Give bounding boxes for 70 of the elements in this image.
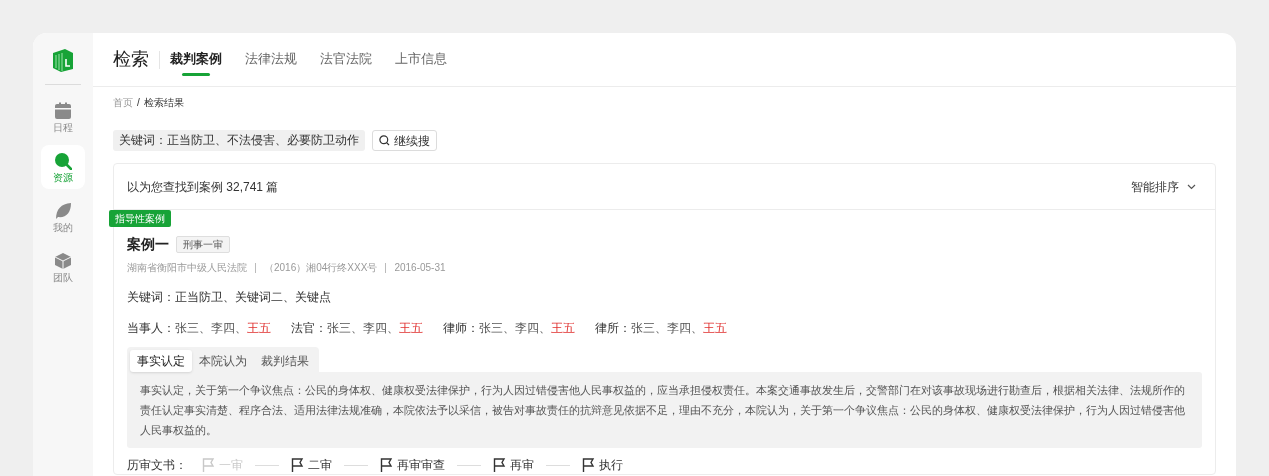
calendar-icon [54,101,72,120]
person-name: 李四 [667,320,691,337]
history-link[interactable]: 二审 [308,456,332,474]
case-keywords: 正当防卫、关键词二、关键点 [175,289,331,306]
nav-tab[interactable]: 法律法规 [245,33,297,87]
person-name: 李四 [211,320,235,337]
person-name: 李四 [363,320,387,337]
page-title: 检索 [113,48,149,71]
case-type-tag: 刑事一审 [176,236,230,253]
cube-icon [54,251,72,270]
person-name: 王五 [399,320,423,337]
field-label: 历审文书： [127,457,187,474]
case-meta: 湖南省衡阳市中级人民法院 [127,261,247,275]
name-separator: 、 [503,320,515,337]
result-count: 以为您查找到案例 32,741 篇 [127,178,279,196]
name-separator: 、 [351,320,363,337]
chevron-down-icon [1187,183,1196,190]
keyword-chip: 关键词：正当防卫、不法侵害、必要防卫动作 [113,130,365,151]
content-tab[interactable]: 裁判结果 [254,350,316,372]
content-tab[interactable]: 事实认定 [130,350,192,372]
sidebar-label: 日程 [53,122,73,133]
sidebar-item[interactable]: 日程 [41,95,85,139]
sidebar-label: 团队 [53,272,73,283]
person-name: 张三 [631,320,655,337]
person-name: 王五 [703,320,727,337]
field-label: 当事人： [127,320,175,337]
name-separator: 、 [235,320,247,337]
search-icon [379,135,390,146]
person-name: 王五 [551,320,575,337]
leaf-icon [54,201,72,220]
field-label: 关键词： [127,289,175,306]
person-name: 张三 [175,320,199,337]
sidebar-item[interactable]: 资源 [41,145,85,189]
sidebar-label: 我的 [53,222,73,233]
nav-tab[interactable]: 上市信息 [395,33,447,87]
name-separator: 、 [199,320,211,337]
sort-dropdown[interactable]: 智能排序 [1131,177,1202,196]
flag-icon [380,458,393,472]
continue-search-button[interactable]: 继续搜 [372,130,437,151]
person-name: 张三 [479,320,503,337]
nav-tab[interactable]: 裁判案例 [170,33,222,87]
breadcrumb-item: 检索结果 [143,95,184,110]
content-tab[interactable]: 本院认为 [192,350,254,372]
case-summary: 事实认定，关于第一个争议焦点：公民的身体权、健康权受法律保护，行为人因过错侵害他人民事权益的，应当承担侵权责任。本案交通事故发生后，交警部门在对该事故现场进行勘查后，根据相关法律、法规所作的责任认定事实清楚、程序合法、适用法律法规准确，本院依法予以采信，被告对事故责任的抗辩意见依据不足，理由不充分，本院认为，关于第一个争议焦点：公民的身体权、健康权受法律保护，行为人因过错侵害他人民事权益的。 [127,372,1202,448]
field-label: 律所： [595,320,631,337]
logo-icon [51,47,75,73]
field-label: 法官： [291,320,327,337]
case-meta: 2016-05-31 [394,261,446,275]
sidebar-label: 资源 [53,172,73,183]
name-separator: 、 [539,320,551,337]
history-link[interactable]: 执行 [599,456,623,474]
flag-icon [291,458,304,472]
guide-case-ribbon: 指导性案例 [109,210,171,227]
person-name: 张三 [327,320,351,337]
person-name: 王五 [247,320,271,337]
flag-icon [493,458,506,472]
name-separator: 、 [655,320,667,337]
name-separator: 、 [387,320,399,337]
history-link[interactable]: 再审审查 [397,456,445,474]
person-name: 李四 [515,320,539,337]
case-title: 案例一 [127,235,169,254]
flag-icon [202,458,215,472]
case-meta: （2016）湘04行终XXX号 [264,261,378,275]
flag-icon [582,458,595,472]
nav-tab[interactable]: 法官法院 [320,33,372,87]
breadcrumb-separator: / [137,95,140,110]
search-icon [54,151,72,170]
field-label: 律师： [443,320,479,337]
name-separator: 、 [691,320,703,337]
history-link[interactable]: 再审 [510,456,534,474]
